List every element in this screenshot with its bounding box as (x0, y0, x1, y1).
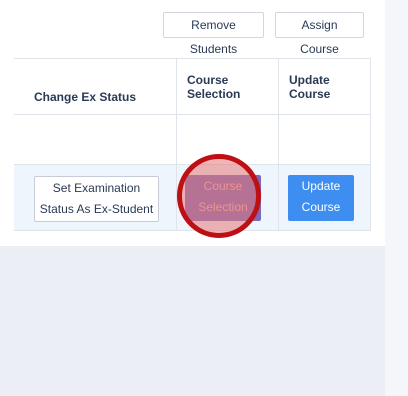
main-panel: Remove Students Assign Course Change Ex … (0, 0, 385, 246)
ex-status-button-line1: Set Examination (52, 181, 141, 195)
table-row-empty (14, 114, 371, 164)
update-course-button[interactable]: Update Course (288, 175, 354, 221)
header-course-selection-line1: Course (187, 73, 229, 87)
update-course-button-line2: Course (301, 200, 341, 214)
update-course-button-line1: Update (301, 179, 341, 193)
header-course-selection-line2: Selection (187, 87, 241, 101)
header-update-course: Update Course (289, 73, 330, 101)
course-selection-button-line2: Selection (198, 200, 248, 214)
table-cell: Update Course (278, 165, 371, 230)
header-cell-change-ex-status: Change Ex Status (14, 59, 176, 114)
course-selection-button-line1: Course (203, 179, 243, 193)
header-course-selection: Course Selection (187, 73, 240, 101)
remove-students-button[interactable]: Remove Students (163, 12, 264, 56)
header-change-ex-status: Change Ex Status (34, 90, 137, 104)
course-selection-button[interactable]: Course Selection (185, 175, 261, 221)
table-cell (14, 115, 176, 164)
ex-status-button-line2: Status As Ex-Student (39, 202, 154, 216)
content-background (0, 246, 385, 396)
assign-course-button[interactable]: Assign Course (275, 12, 364, 56)
set-ex-student-status-button[interactable]: Set Examination Status As Ex-Student (34, 176, 159, 222)
table-row: Set Examination Status As Ex-Student Cou… (14, 164, 371, 231)
table-cell (278, 115, 371, 164)
header-update-course-line1: Update (289, 73, 330, 87)
header-update-course-line2: Course (289, 87, 331, 101)
table-cell (176, 115, 278, 164)
scrollbar-track[interactable] (385, 0, 408, 396)
table-header-row: Change Ex Status Course Selection Update… (14, 58, 371, 114)
table-cell: Course Selection (176, 165, 278, 230)
header-cell-course-selection: Course Selection (176, 59, 278, 114)
table-cell: Set Examination Status As Ex-Student (14, 165, 176, 230)
header-cell-update-course: Update Course (278, 59, 371, 114)
